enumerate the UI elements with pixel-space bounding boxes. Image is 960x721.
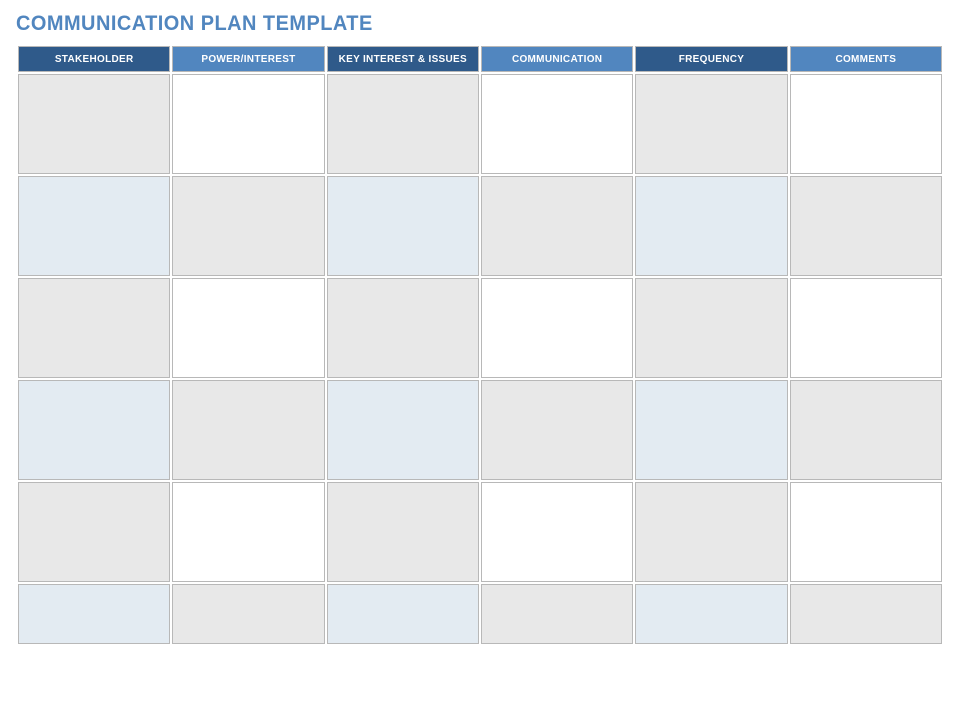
page-title: COMMUNICATION PLAN TEMPLATE bbox=[16, 12, 898, 36]
table-cell[interactable] bbox=[635, 380, 787, 480]
col-power-interest: POWER/INTEREST bbox=[172, 46, 324, 72]
col-stakeholder: STAKEHOLDER bbox=[18, 46, 170, 72]
table-cell[interactable] bbox=[172, 176, 324, 276]
table-cell[interactable] bbox=[327, 380, 479, 480]
table-row bbox=[18, 176, 942, 276]
table-header-row: STAKEHOLDER POWER/INTEREST KEY INTEREST … bbox=[18, 46, 942, 72]
table-cell[interactable] bbox=[481, 278, 633, 378]
col-frequency: FREQUENCY bbox=[635, 46, 787, 72]
table-cell[interactable] bbox=[18, 584, 170, 644]
table-cell[interactable] bbox=[481, 584, 633, 644]
table-cell[interactable] bbox=[18, 176, 170, 276]
table-cell[interactable] bbox=[327, 584, 479, 644]
table-row bbox=[18, 482, 942, 582]
table-cell[interactable] bbox=[481, 380, 633, 480]
table-cell[interactable] bbox=[635, 482, 787, 582]
table-cell[interactable] bbox=[790, 74, 942, 174]
table-cell[interactable] bbox=[481, 74, 633, 174]
table-cell[interactable] bbox=[172, 380, 324, 480]
table-cell[interactable] bbox=[18, 74, 170, 174]
table-cell[interactable] bbox=[790, 584, 942, 644]
table-cell[interactable] bbox=[18, 482, 170, 582]
col-key-interest: KEY INTEREST & ISSUES bbox=[327, 46, 479, 72]
communication-plan-table: STAKEHOLDER POWER/INTEREST KEY INTEREST … bbox=[16, 44, 944, 646]
col-comments: COMMENTS bbox=[790, 46, 942, 72]
table-cell[interactable] bbox=[635, 278, 787, 378]
table-cell[interactable] bbox=[172, 482, 324, 582]
table-cell[interactable] bbox=[18, 278, 170, 378]
table-cell[interactable] bbox=[790, 380, 942, 480]
table-cell[interactable] bbox=[18, 380, 170, 480]
table-cell[interactable] bbox=[635, 584, 787, 644]
table-cell[interactable] bbox=[790, 482, 942, 582]
col-communication: COMMUNICATION bbox=[481, 46, 633, 72]
table-cell[interactable] bbox=[790, 278, 942, 378]
table-row bbox=[18, 380, 942, 480]
table-row bbox=[18, 278, 942, 378]
table-cell[interactable] bbox=[172, 278, 324, 378]
table-row bbox=[18, 584, 942, 644]
table-cell[interactable] bbox=[172, 584, 324, 644]
table-cell[interactable] bbox=[172, 74, 324, 174]
table-cell[interactable] bbox=[790, 176, 942, 276]
table-cell[interactable] bbox=[327, 278, 479, 378]
table-cell[interactable] bbox=[635, 176, 787, 276]
table-cell[interactable] bbox=[481, 176, 633, 276]
table-cell[interactable] bbox=[327, 482, 479, 582]
table-cell[interactable] bbox=[327, 74, 479, 174]
table-row bbox=[18, 74, 942, 174]
table-cell[interactable] bbox=[481, 482, 633, 582]
table-cell[interactable] bbox=[635, 74, 787, 174]
table-cell[interactable] bbox=[327, 176, 479, 276]
